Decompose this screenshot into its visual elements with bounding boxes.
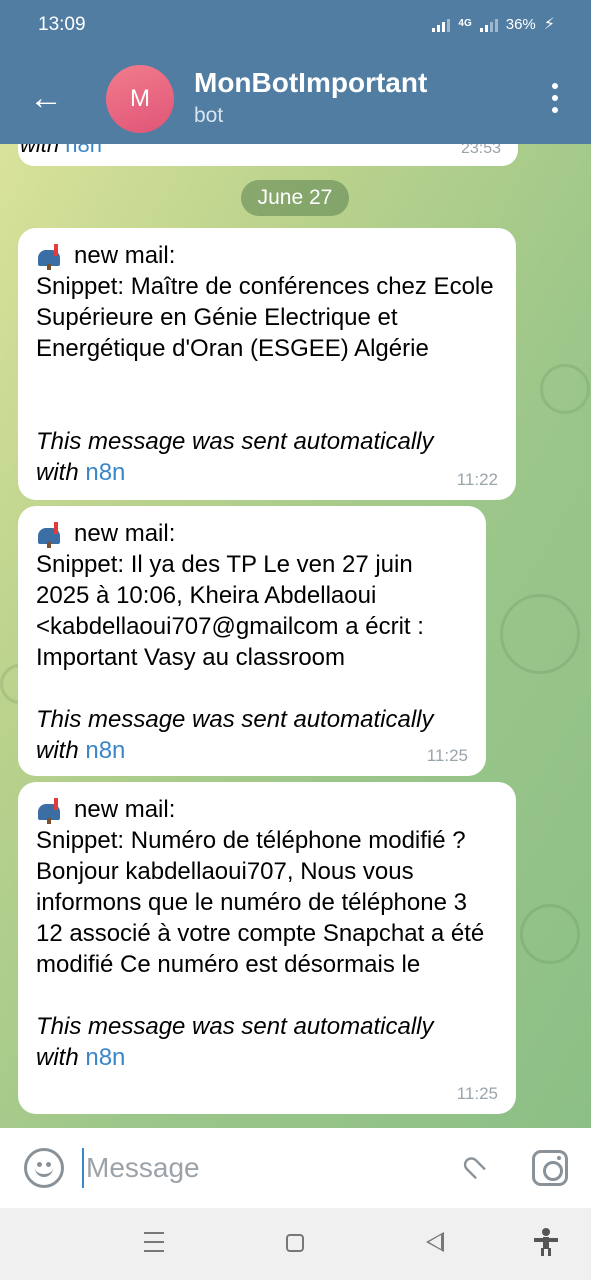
message-footer: This message was sent automatically: [36, 706, 434, 733]
message-heading: new mail:: [36, 518, 468, 549]
system-nav-bar: [0, 1208, 591, 1280]
message-composer: ⊂: [0, 1128, 591, 1208]
message-time: 11:22: [456, 470, 498, 489]
mailbox-icon: [36, 521, 66, 548]
emoji-icon[interactable]: [24, 1148, 64, 1188]
message-bubble[interactable]: new mail: Snippet: Il ya des TP Le ven 2…: [18, 506, 486, 776]
previous-message-time: 23:53: [460, 144, 501, 157]
network-type: 4G: [458, 18, 472, 29]
signal-icon: [432, 16, 451, 32]
message-bubble[interactable]: new mail: Snippet: Numéro de téléphone m…: [18, 782, 516, 1114]
signal-icon-2: [479, 16, 498, 32]
message-footer: This message was sent automatically: [36, 1013, 434, 1040]
accessibility-icon[interactable]: [534, 1228, 558, 1256]
message-snippet: Snippet: Maître de conférences chez Ecol…: [36, 273, 494, 362]
paperclip-icon[interactable]: ⊂: [446, 1138, 503, 1195]
message-footer-tail: with n8n: [36, 459, 126, 486]
status-time: 13:09: [38, 14, 86, 35]
message-footer-tail: with n8n: [36, 737, 126, 764]
background-doodle: [500, 594, 580, 674]
back-triangle-icon[interactable]: [426, 1232, 444, 1252]
top-bar: 13:09 4G 36% ⚡ ← M MonBotImportant bot: [0, 0, 591, 144]
message-bubble[interactable]: new mail: Snippet: Maître de conférences…: [18, 228, 516, 500]
status-indicators: 4G 36% ⚡: [432, 14, 555, 34]
n8n-link[interactable]: n8n: [65, 144, 102, 157]
background-doodle: [520, 904, 580, 964]
chat-title[interactable]: MonBotImportant: [194, 67, 427, 99]
background-doodle: [540, 364, 590, 414]
message-heading: new mail:: [36, 240, 498, 271]
home-icon[interactable]: [286, 1234, 304, 1252]
chat-subtitle: bot: [194, 104, 224, 127]
message-footer-tail: with n8n: [36, 1044, 126, 1071]
message-snippet: Snippet: Il ya des TP Le ven 27 juin 202…: [36, 551, 424, 671]
charging-icon: ⚡: [543, 16, 555, 33]
message-heading: new mail:: [36, 794, 498, 825]
back-icon[interactable]: ←: [28, 80, 64, 116]
message-time: 11:25: [456, 1084, 498, 1103]
message-input[interactable]: [82, 1148, 412, 1188]
more-vertical-icon[interactable]: [549, 83, 561, 113]
battery-level: 36%: [505, 15, 536, 33]
date-separator: June 27: [241, 180, 349, 216]
message-footer: This message was sent automatically: [36, 428, 434, 455]
message-snippet: Snippet: Numéro de téléphone modifié ? B…: [36, 827, 485, 978]
n8n-link[interactable]: n8n: [85, 737, 125, 764]
avatar[interactable]: M: [106, 65, 174, 133]
mailbox-icon: [36, 797, 66, 824]
n8n-link[interactable]: n8n: [85, 459, 125, 486]
previous-message-footer: with n8n: [20, 144, 102, 158]
n8n-link[interactable]: n8n: [85, 1044, 125, 1071]
mailbox-icon: [36, 243, 66, 270]
recents-icon[interactable]: [144, 1232, 164, 1252]
message-time: 11:25: [426, 746, 468, 765]
camera-icon[interactable]: [532, 1150, 568, 1186]
chat-area[interactable]: with n8n 23:53 June 27 new mail: Snippet…: [0, 144, 591, 1128]
